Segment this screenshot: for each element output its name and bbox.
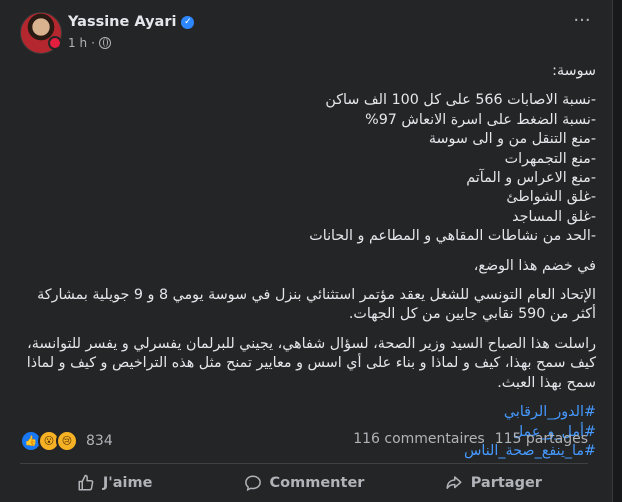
meta-separator: · xyxy=(91,36,95,50)
post-header: Yassine Ayari ✓ 1 h · xyxy=(20,6,590,54)
engagement-counts: 116 commentaires 115 partages xyxy=(353,431,588,447)
hashtag-link[interactable]: #الدور_الرقابي xyxy=(16,403,596,422)
like-label: J'aime xyxy=(102,475,153,491)
text-line: -منع التنقل من و الى سوسة xyxy=(428,131,596,148)
text-paragraph: راسلت هذا الصباح السيد وزير الصحة، لسؤال… xyxy=(26,335,596,391)
text-line: -غلق الشواطئ xyxy=(506,189,596,206)
text-line: -منع التجمهرات xyxy=(504,150,596,167)
author-row: Yassine Ayari ✓ xyxy=(68,14,195,30)
action-bar: J'aime Commenter Partager xyxy=(20,466,588,500)
comment-button[interactable]: Commenter xyxy=(209,466,398,500)
text-line: سوسة: xyxy=(552,63,596,79)
post-stats: 👍 😮 😢 834 116 commentaires 115 partages xyxy=(20,428,588,452)
text-line: -نسبة الضغط على اسرة الانعاش 97% xyxy=(365,111,596,128)
text-line: -غلق المساجد xyxy=(512,208,596,225)
reactions-count[interactable]: 834 xyxy=(86,433,113,449)
text-line: -نسبة الاصابات 566 على كل 100 الف ساكن xyxy=(325,92,596,109)
share-icon xyxy=(446,476,462,489)
thumbs-up-icon xyxy=(78,474,94,491)
like-button[interactable]: J'aime xyxy=(20,466,209,500)
text-line: في خضم هذا الوضع، xyxy=(473,257,596,274)
divider xyxy=(20,463,588,464)
scrollbar[interactable] xyxy=(613,0,622,502)
text-paragraph: الإتحاد العام التونسي للشغل يعقد مؤتمر ا… xyxy=(37,287,596,323)
author-name[interactable]: Yassine Ayari xyxy=(68,14,176,30)
globe-icon xyxy=(98,37,111,49)
comments-count[interactable]: 116 commentaires xyxy=(353,431,485,447)
more-icon[interactable]: ··· xyxy=(566,4,598,36)
verified-icon: ✓ xyxy=(181,15,195,29)
shares-count[interactable]: 115 partages xyxy=(495,431,588,447)
reactions-summary[interactable]: 👍 😮 😢 834 xyxy=(20,430,113,452)
post-time[interactable]: 1 h xyxy=(68,36,87,50)
story-badge-icon xyxy=(48,36,62,50)
post-meta: 1 h · xyxy=(68,36,111,50)
comment-label: Commenter xyxy=(269,475,365,491)
comment-icon xyxy=(244,475,261,492)
sad-reaction-icon: 😢 xyxy=(56,430,78,452)
post-text: سوسة: -نسبة الاصابات 566 على كل 100 الف … xyxy=(16,62,596,461)
share-label: Partager xyxy=(470,475,542,491)
text-line: -منع الاعراس و المآتم xyxy=(466,170,596,187)
text-line: -الحد من نشاطات المقاهي و المطاعم و الحا… xyxy=(309,228,596,245)
post-card: Yassine Ayari ✓ 1 h · ··· سوسة: -نسبة ال… xyxy=(0,0,613,502)
share-button[interactable]: Partager xyxy=(399,466,588,500)
